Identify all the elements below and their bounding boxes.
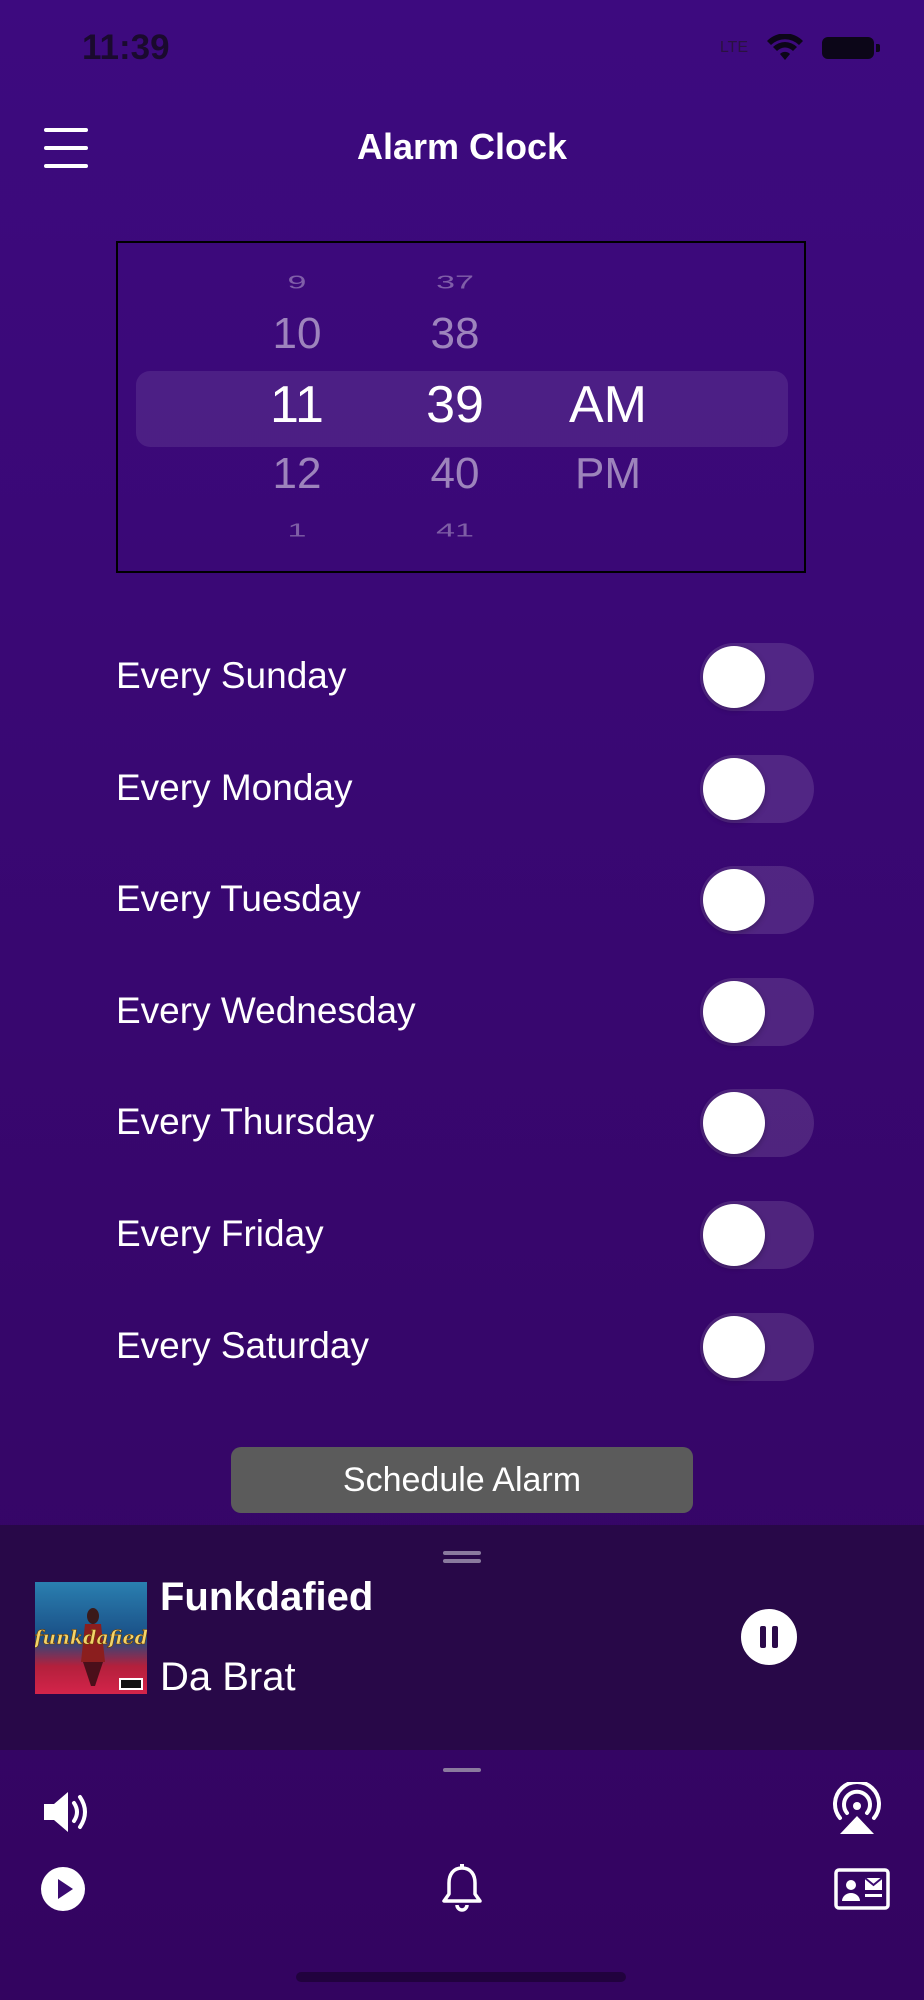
battery-icon: [822, 37, 880, 59]
repeat-row-wednesday: Every Wednesday: [116, 972, 816, 1052]
now-playing-panel[interactable]: funkdafied Funkdafied Da Brat: [0, 1525, 924, 1750]
bottom-drag-handle[interactable]: [443, 1768, 481, 1772]
airplay-icon[interactable]: [828, 1782, 886, 1836]
minute-option[interactable]: 41: [400, 520, 510, 541]
sunday-toggle[interactable]: [700, 643, 814, 711]
toggle-knob: [703, 1316, 765, 1378]
minute-option[interactable]: 40: [400, 449, 510, 499]
album-art: funkdafied: [35, 1582, 147, 1694]
repeat-day-label: Every Thursday: [116, 1101, 375, 1142]
pause-button[interactable]: [741, 1609, 797, 1665]
contact-card-icon[interactable]: [834, 1868, 890, 1910]
repeat-day-label: Every Tuesday: [116, 878, 361, 919]
monday-toggle[interactable]: [700, 755, 814, 823]
wednesday-toggle[interactable]: [700, 978, 814, 1046]
toggle-knob: [703, 758, 765, 820]
volume-icon[interactable]: [40, 1787, 96, 1837]
saturday-toggle[interactable]: [700, 1313, 814, 1381]
toggle-knob: [703, 1092, 765, 1154]
status-time: 11:39: [82, 28, 170, 67]
period-selected[interactable]: AM: [538, 375, 678, 435]
status-icons: LTE: [719, 34, 880, 62]
period-wheel[interactable]: AM PM: [538, 243, 678, 571]
period-option[interactable]: PM: [538, 449, 678, 499]
repeat-row-sunday: Every Sunday: [116, 637, 816, 717]
repeat-day-label: Every Friday: [116, 1213, 324, 1254]
hour-option[interactable]: 9: [242, 272, 352, 293]
minute-selected[interactable]: 39: [400, 375, 510, 435]
panel-drag-handle[interactable]: [443, 1551, 481, 1563]
tuesday-toggle[interactable]: [700, 866, 814, 934]
repeat-day-label: Every Saturday: [116, 1325, 369, 1366]
bell-icon[interactable]: [440, 1864, 484, 1914]
friday-toggle[interactable]: [700, 1201, 814, 1269]
track-artist: Da Brat: [160, 1655, 296, 1699]
repeat-row-tuesday: Every Tuesday: [116, 860, 816, 940]
repeat-row-friday: Every Friday: [116, 1195, 816, 1275]
track-title: Funkdafied: [160, 1575, 374, 1619]
hour-option[interactable]: 1: [242, 520, 352, 541]
thursday-toggle[interactable]: [700, 1089, 814, 1157]
hour-wheel[interactable]: 9 10 11 12 1: [242, 243, 352, 571]
minute-option[interactable]: 37: [400, 272, 510, 293]
repeat-day-label: Every Monday: [116, 767, 353, 808]
repeat-day-label: Every Sunday: [116, 655, 347, 696]
toggle-knob: [703, 646, 765, 708]
repeat-row-monday: Every Monday: [116, 749, 816, 829]
home-indicator[interactable]: [296, 1972, 626, 1982]
repeat-day-label: Every Wednesday: [116, 990, 416, 1031]
minute-wheel[interactable]: 37 38 39 40 41: [400, 243, 510, 571]
hour-option[interactable]: 12: [242, 449, 352, 499]
hour-option[interactable]: 10: [242, 309, 352, 359]
handle-line: [443, 1559, 481, 1563]
repeat-row-saturday: Every Saturday: [116, 1307, 816, 1387]
schedule-alarm-button[interactable]: Schedule Alarm: [231, 1447, 693, 1513]
page-title: Alarm Clock: [356, 126, 568, 167]
handle-line: [443, 1551, 481, 1555]
toggle-knob: [703, 869, 765, 931]
navigation-bar: Alarm Clock: [0, 100, 924, 200]
repeat-row-thursday: Every Thursday: [116, 1083, 816, 1163]
album-art-title: funkdafied: [35, 1627, 147, 1649]
minute-option[interactable]: 38: [400, 309, 510, 359]
album-art-image: funkdafied: [35, 1582, 147, 1694]
hour-selected[interactable]: 11: [242, 375, 352, 435]
wifi-icon: [767, 34, 803, 60]
status-bar: 11:39 LTE: [0, 0, 924, 100]
toggle-knob: [703, 981, 765, 1043]
signal-indicator: LTE: [719, 39, 748, 56]
toggle-knob: [703, 1204, 765, 1266]
play-icon[interactable]: [40, 1866, 86, 1912]
time-picker[interactable]: 9 10 11 12 1 37 38 39 40 41 AM PM: [116, 241, 806, 573]
